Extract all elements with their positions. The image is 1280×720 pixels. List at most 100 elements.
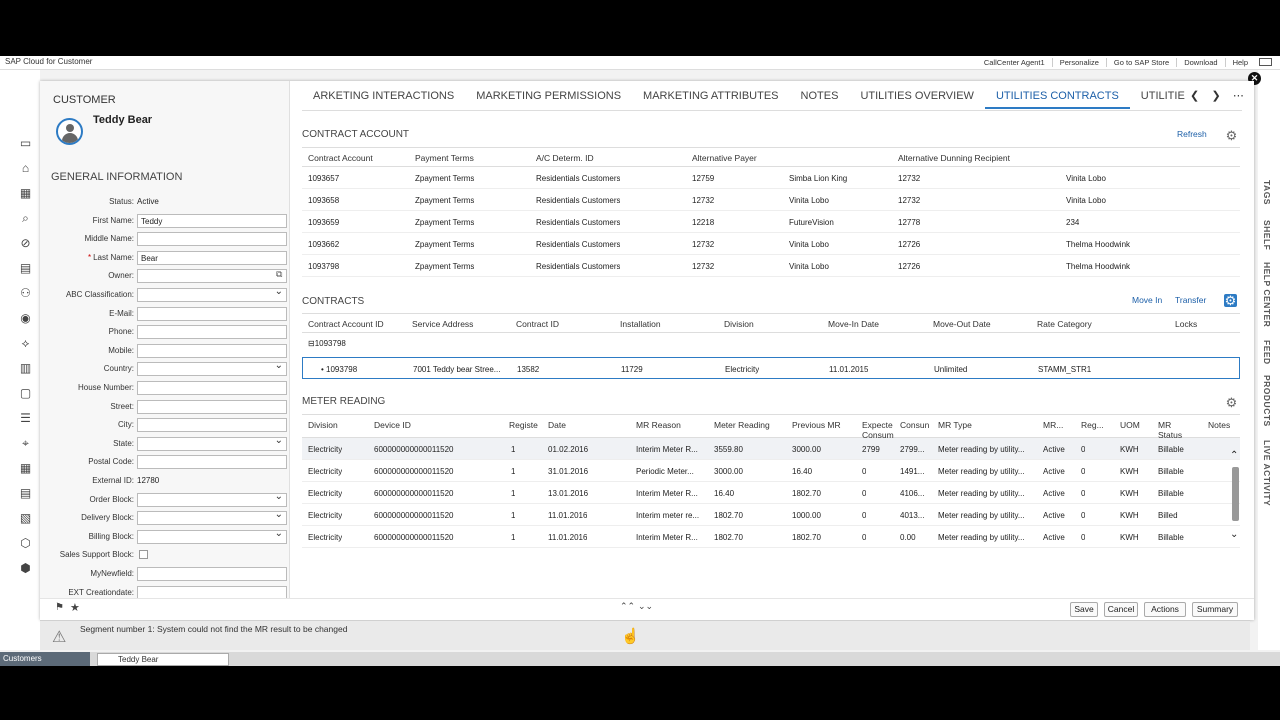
column-header[interactable]: Contract Account ID bbox=[308, 319, 384, 329]
field-select[interactable] bbox=[137, 528, 287, 544]
person-icon[interactable]: ◉ bbox=[18, 311, 33, 326]
table-row[interactable]: 1093798 Zpayment Terms Residentials Custom… bbox=[302, 255, 1240, 277]
contracts-gear-icon[interactable]: ⚙ bbox=[1224, 294, 1237, 307]
column-header[interactable]: Move-In Date bbox=[828, 319, 879, 329]
field-select[interactable] bbox=[137, 286, 287, 302]
flag-icon[interactable]: ⚑ bbox=[55, 602, 64, 613]
field-input[interactable] bbox=[137, 269, 287, 284]
tab-arketing-interactions[interactable]: ARKETING INTERACTIONS bbox=[302, 89, 465, 109]
column-header[interactable]: Consun bbox=[900, 420, 929, 430]
window-icon[interactable] bbox=[1259, 58, 1272, 66]
book-icon[interactable]: ▤ bbox=[18, 486, 33, 501]
chat-icon[interactable]: ▢ bbox=[18, 386, 33, 401]
column-header[interactable]: Division bbox=[308, 420, 338, 430]
home-icon[interactable]: ⌂ bbox=[18, 161, 33, 176]
settings-gear-icon[interactable]: ⚙ bbox=[1225, 129, 1238, 142]
table-row[interactable]: 1093657 Zpayment Terms Residentials Custom… bbox=[302, 167, 1240, 189]
meter-scrollbar[interactable]: ⌃ ⌄ bbox=[1230, 450, 1240, 541]
schedule-icon[interactable]: ▦ bbox=[18, 461, 33, 476]
search-icon[interactable]: ⌕ bbox=[18, 211, 33, 226]
download-link[interactable]: Download bbox=[1176, 58, 1224, 67]
users-icon[interactable]: ⚇ bbox=[18, 286, 33, 301]
map-icon[interactable]: ⌖ bbox=[18, 436, 33, 451]
scroll-up-icon[interactable]: ⌃ bbox=[1230, 450, 1238, 461]
summary-button[interactable]: Summary bbox=[1192, 602, 1238, 617]
column-header[interactable]: Contract ID bbox=[516, 319, 559, 329]
tab-next-icon[interactable]: ❯ bbox=[1211, 90, 1220, 102]
table-row[interactable]: Electricity 600000000000011520 1 11.01.2016… bbox=[302, 526, 1240, 548]
alert-icon[interactable]: ⊘ bbox=[18, 236, 33, 251]
taskbar-teddy-bear[interactable]: Teddy Bear bbox=[97, 653, 229, 666]
field-checkbox[interactable] bbox=[139, 550, 148, 560]
field-input[interactable] bbox=[137, 232, 287, 247]
column-header[interactable]: Notes bbox=[1208, 420, 1230, 430]
column-header[interactable]: MR Status bbox=[1158, 420, 1192, 440]
field-input[interactable] bbox=[137, 455, 287, 470]
column-header[interactable]: Expecte Consum bbox=[862, 420, 896, 440]
field-input[interactable]: Teddy bbox=[137, 213, 287, 228]
package-icon[interactable]: ⬢ bbox=[18, 561, 33, 576]
table-row[interactable]: 1093658 Zpayment Terms Residentials Custom… bbox=[302, 189, 1240, 211]
column-header[interactable]: Rate Category bbox=[1037, 319, 1092, 329]
expand-icon[interactable]: ⌃⌃ bbox=[620, 601, 635, 612]
list-icon[interactable]: ☰ bbox=[18, 411, 33, 426]
table-row[interactable]: Electricity 600000000000011520 1 31.01.2016… bbox=[302, 460, 1240, 482]
field-select[interactable] bbox=[137, 435, 287, 451]
table-row[interactable]: Electricity 600000000000011520 1 11.01.2016… bbox=[302, 504, 1240, 526]
tab-marketing-attributes[interactable]: MARKETING ATTRIBUTES bbox=[632, 89, 789, 109]
document-icon[interactable]: ▤ bbox=[18, 261, 33, 276]
field-select[interactable] bbox=[137, 360, 287, 377]
user-link[interactable]: CallCenter Agent1 bbox=[977, 58, 1052, 67]
help-link[interactable]: Help bbox=[1224, 58, 1255, 67]
tab-marketing-permissions[interactable]: MARKETING PERMISSIONS bbox=[465, 89, 632, 109]
products-tab[interactable]: PRODUCTS bbox=[1262, 375, 1272, 427]
field-input[interactable] bbox=[137, 343, 287, 358]
collapse-icon[interactable]: ⌄⌄ bbox=[638, 601, 653, 612]
column-header[interactable]: Meter Reading bbox=[714, 420, 770, 430]
tab-utilities-contracts[interactable]: UTILITIES CONTRACTS bbox=[984, 89, 1130, 109]
column-header[interactable]: Locks bbox=[1175, 319, 1197, 329]
column-header[interactable]: Move-Out Date bbox=[933, 319, 991, 329]
meter-gear-icon[interactable]: ⚙ bbox=[1225, 396, 1238, 409]
tab-overflow-icon[interactable]: ⋯ bbox=[1233, 90, 1244, 102]
field-select[interactable] bbox=[137, 509, 287, 526]
group-row[interactable]: ⊟1093798 bbox=[308, 339, 346, 348]
actions-button[interactable]: Actions bbox=[1144, 602, 1186, 617]
table-row[interactable]: 1093662 Zpayment Terms Residentials Custom… bbox=[302, 233, 1240, 255]
column-header[interactable]: UOM bbox=[1120, 420, 1140, 430]
store-link[interactable]: Go to SAP Store bbox=[1105, 58, 1176, 67]
column-header[interactable]: Alternative Payer bbox=[692, 153, 757, 163]
clipboard-icon[interactable]: ▧ bbox=[18, 511, 33, 526]
feed-tab[interactable]: FEED bbox=[1262, 340, 1272, 365]
field-input[interactable] bbox=[137, 381, 287, 395]
live-activity-tab[interactable]: LIVE ACTIVITY bbox=[1262, 440, 1272, 506]
star-icon[interactable]: ★ bbox=[70, 601, 80, 614]
feed-icon[interactable]: ▭ bbox=[18, 136, 33, 151]
column-header[interactable]: MR Type bbox=[938, 420, 972, 430]
table-row[interactable]: 1093659 Zpayment Terms Residentials Custom… bbox=[302, 211, 1240, 233]
help-center-tab[interactable]: HELP CENTER bbox=[1262, 262, 1272, 327]
column-header[interactable]: Installation bbox=[620, 319, 661, 329]
tab-utilities-overview[interactable]: UTILITIES OVERVIEW bbox=[849, 89, 985, 109]
column-header[interactable]: Date bbox=[548, 420, 566, 430]
taskbar-customers[interactable]: Customers bbox=[0, 652, 90, 666]
field-input[interactable] bbox=[137, 567, 287, 581]
column-header[interactable]: Alternative Dunning Recipient bbox=[898, 153, 1010, 163]
scroll-down-icon[interactable]: ⌄ bbox=[1230, 529, 1238, 540]
column-header[interactable]: MR Reason bbox=[636, 420, 681, 430]
scroll-thumb[interactable] bbox=[1232, 467, 1239, 521]
field-input[interactable] bbox=[137, 306, 287, 321]
tags-tab[interactable]: TAGS bbox=[1262, 180, 1272, 205]
field-input[interactable]: Bear bbox=[137, 250, 287, 265]
tab-utilitie[interactable]: UTILITIE bbox=[1130, 89, 1196, 109]
column-header[interactable]: Division bbox=[724, 319, 754, 329]
move-in-link[interactable]: Move In bbox=[1132, 295, 1162, 305]
column-header[interactable]: Contract Account bbox=[308, 153, 373, 163]
box-icon[interactable]: ⬡ bbox=[18, 536, 33, 551]
cancel-button[interactable]: Cancel bbox=[1104, 602, 1138, 617]
column-header[interactable]: Registe bbox=[509, 420, 538, 430]
field-input[interactable] bbox=[137, 325, 287, 340]
column-header[interactable]: MR... bbox=[1043, 420, 1063, 430]
transfer-link[interactable]: Transfer bbox=[1175, 295, 1206, 305]
column-header[interactable]: Reg... bbox=[1081, 420, 1104, 430]
